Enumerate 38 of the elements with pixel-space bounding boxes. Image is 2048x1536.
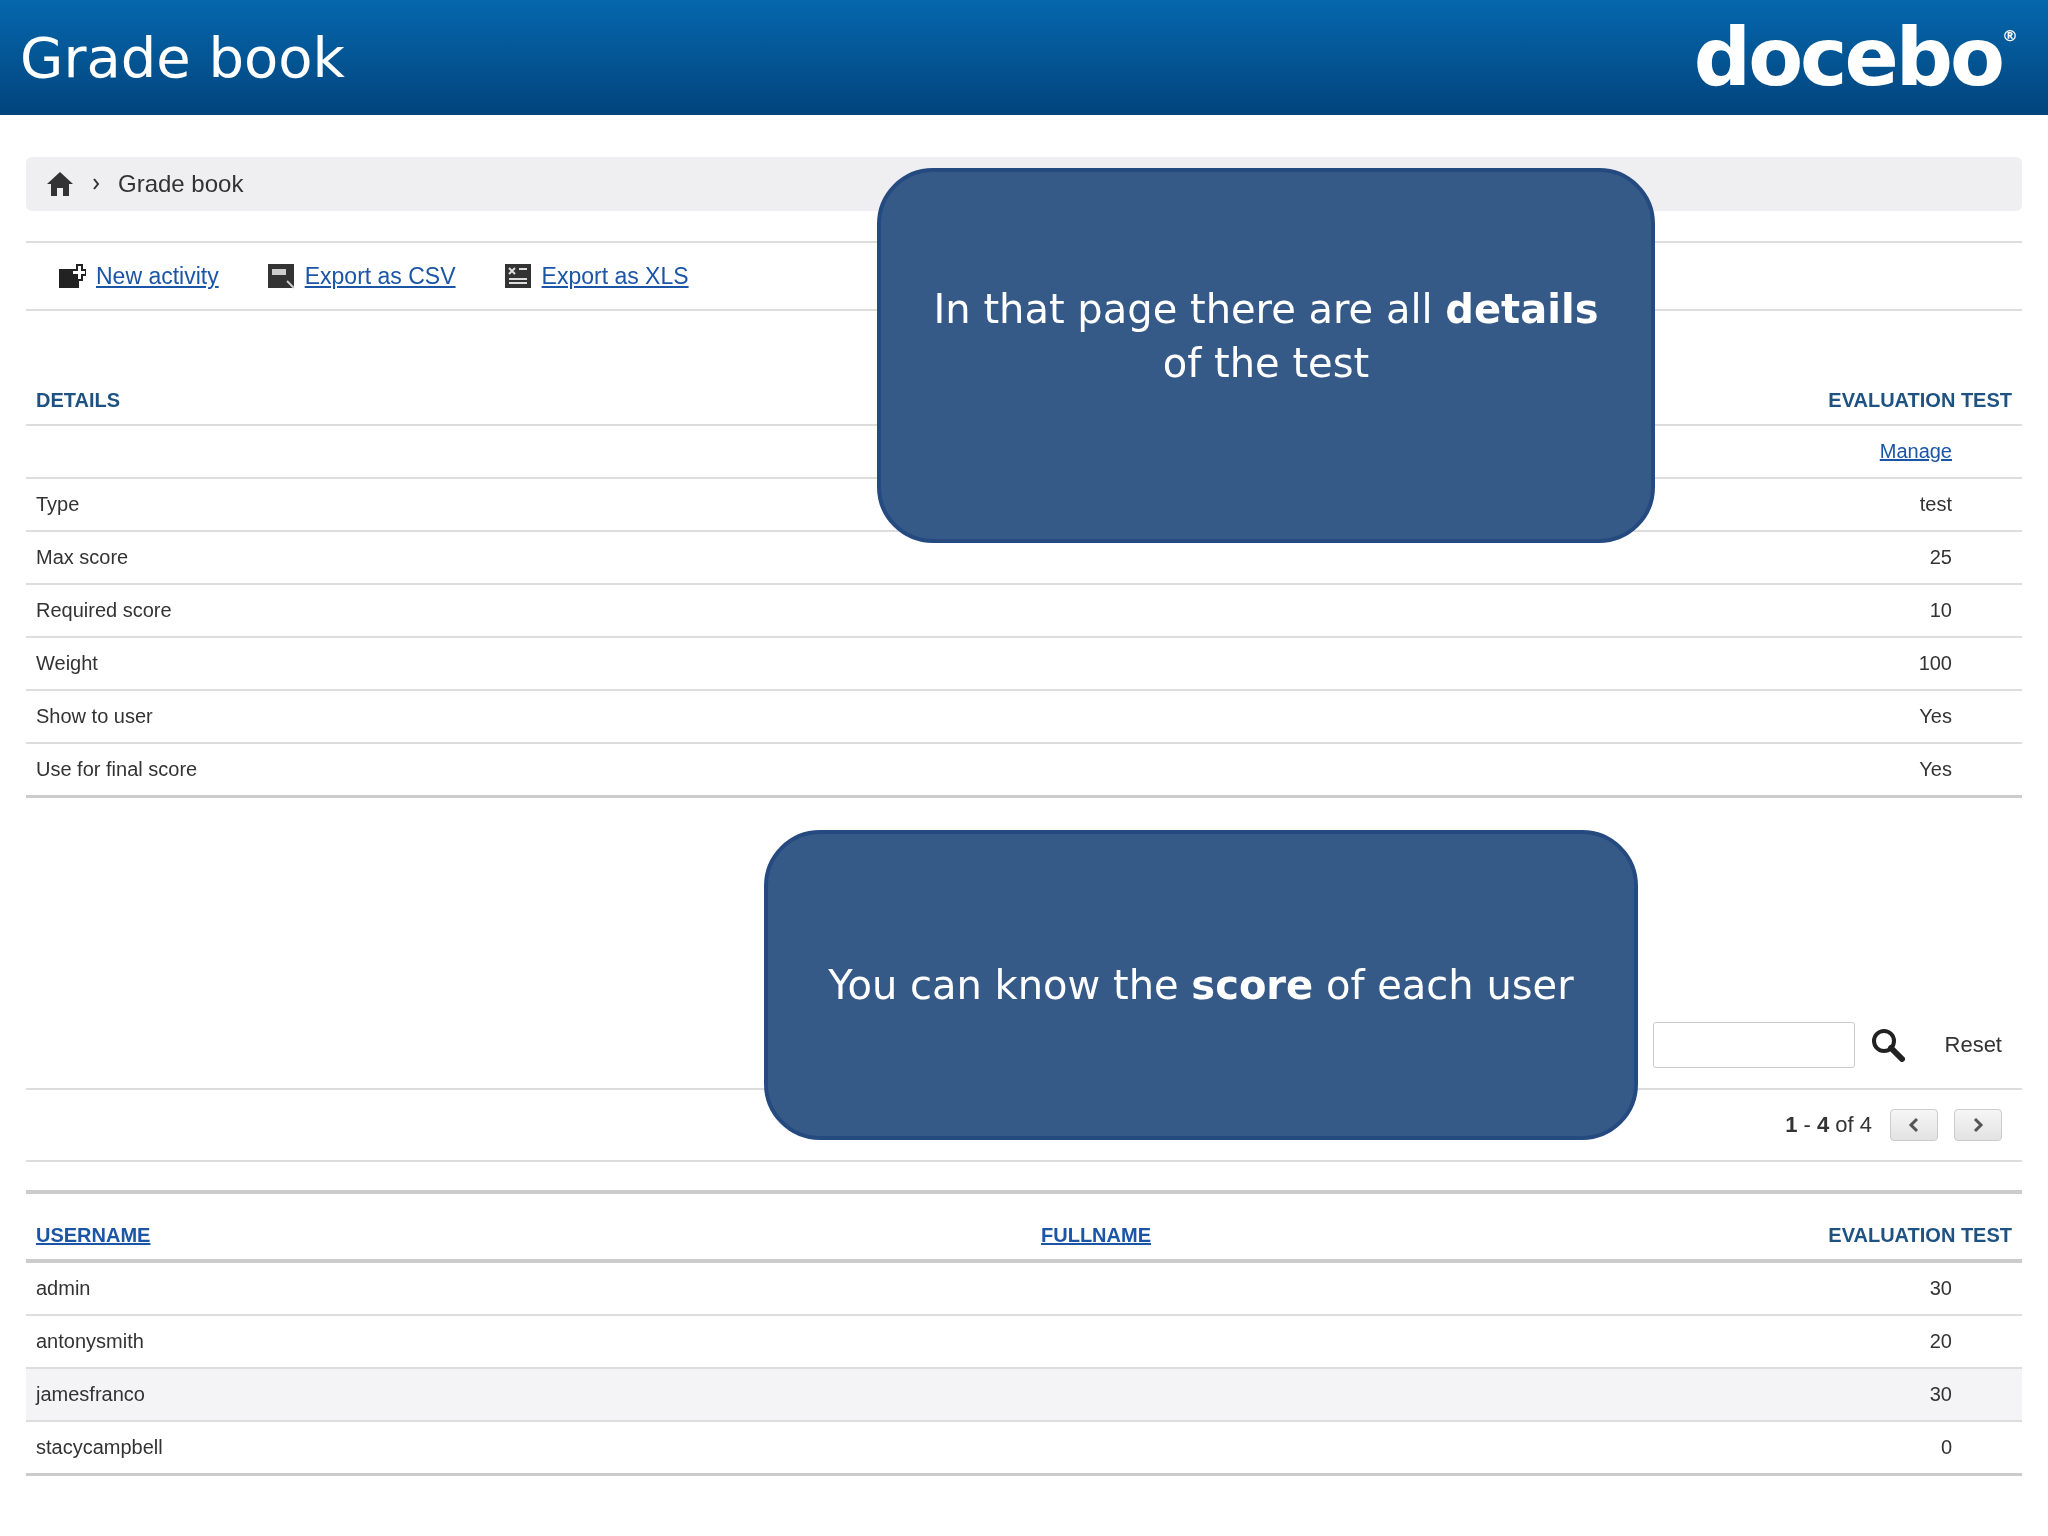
table-cell: 30 [1417, 1368, 2022, 1421]
table-cell: Weight [26, 637, 966, 690]
table-cell: Show to user [26, 690, 966, 743]
table-cell: jamesfranco [26, 1368, 1031, 1421]
previous-page-button[interactable] [1890, 1109, 1938, 1141]
chevron-icon [92, 178, 100, 190]
chevron-left-icon [1908, 1117, 1920, 1133]
spreadsheet-icon [266, 263, 295, 289]
table-cell: 30 [1417, 1261, 2022, 1315]
sort-header-link[interactable]: USERNAME [36, 1224, 151, 1246]
home-icon[interactable] [46, 171, 74, 197]
sort-header-link[interactable]: FULLNAME [1041, 1224, 1151, 1246]
table-cell: 100 [965, 637, 2022, 690]
table-cell: 0 [1417, 1421, 2022, 1475]
manage-link[interactable]: Manage [1879, 440, 1952, 462]
callout-text: You can know the score of each user [827, 961, 1575, 1010]
table-cell: Required score [26, 584, 966, 637]
add-document-icon [58, 263, 86, 289]
logo: docebo$^{®}$ [1693, 11, 2018, 104]
action-link[interactable]: New activity [96, 262, 219, 290]
page-title: Grade book [20, 25, 346, 90]
action-link[interactable]: Export as XLS [541, 262, 689, 290]
search-icon[interactable] [1870, 1028, 1905, 1062]
action-link[interactable]: Export as CSV [304, 262, 456, 290]
column-header: EVALUATION TEST [1417, 1192, 2022, 1261]
page-count: 1 - 4 of 4 [1785, 1112, 1872, 1138]
table-cell: Yes [965, 690, 2022, 743]
table-cell: stacycampbell [26, 1421, 1031, 1475]
chevron-right-icon [1972, 1117, 1984, 1133]
table-cell: Yes [965, 743, 2022, 797]
table-cell: Use for final score [26, 743, 966, 797]
reset-link[interactable]: Reset [1944, 1032, 2002, 1058]
table-cell: 10 [965, 584, 2022, 637]
search-field[interactable] [1652, 1022, 1855, 1068]
breadcrumb-current: Grade book [118, 170, 244, 198]
next-page-button[interactable] [1954, 1109, 2002, 1141]
spreadsheet-icon [503, 263, 532, 289]
table-cell: admin [26, 1261, 1031, 1315]
